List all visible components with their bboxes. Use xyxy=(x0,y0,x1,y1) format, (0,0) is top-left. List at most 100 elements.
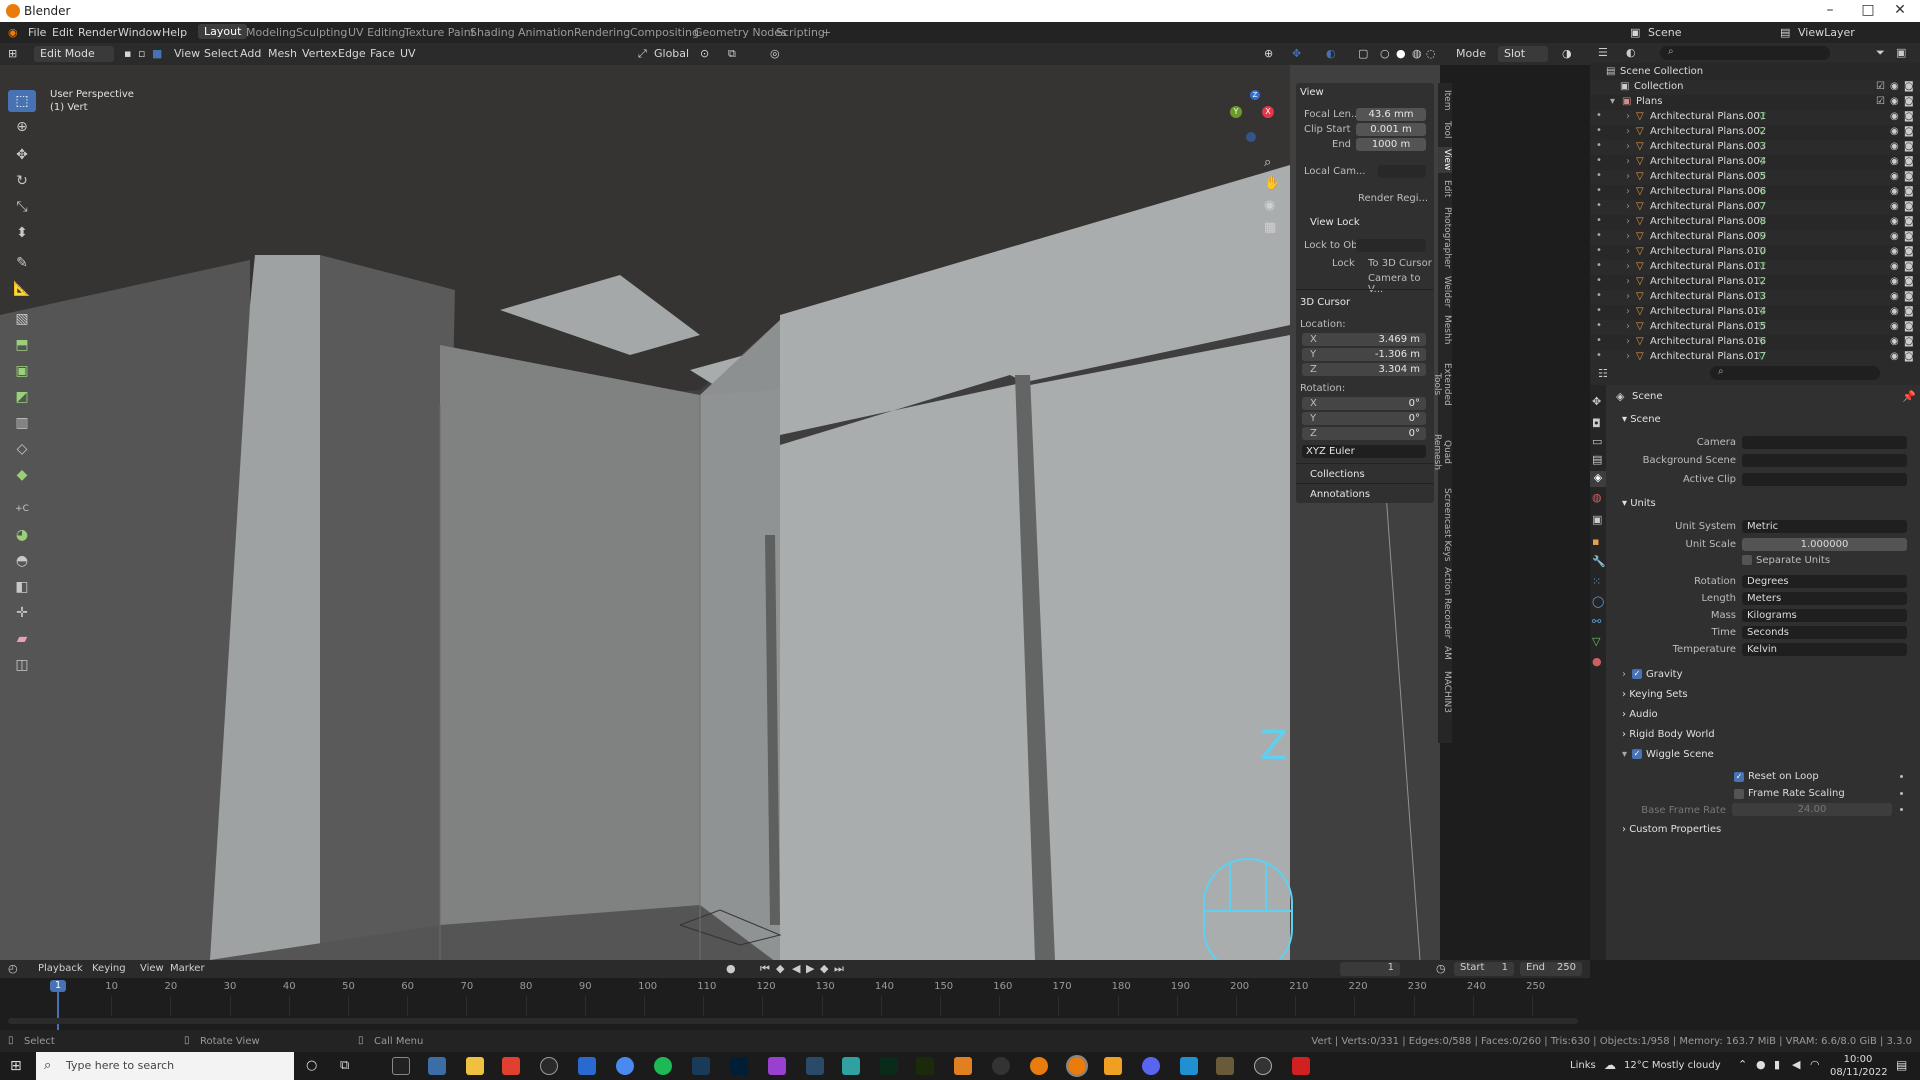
select-box-tool-icon[interactable]: ⬚ xyxy=(8,90,36,112)
lock-to-object-field[interactable] xyxy=(1356,239,1426,252)
audio-panel-header[interactable]: › Audio xyxy=(1622,709,1658,720)
app-icon-6[interactable] xyxy=(578,1057,596,1075)
custom-properties-panel-header[interactable]: › Custom Properties xyxy=(1622,824,1721,835)
render-tab-icon[interactable]: ◘ xyxy=(1592,417,1601,430)
tab-compositing[interactable]: Compositing xyxy=(630,26,699,39)
outliner-item-expand-icon[interactable]: › xyxy=(1626,246,1630,257)
tab-uv-editing[interactable]: UV Editing xyxy=(348,26,405,39)
outliner-item-expand-icon[interactable]: › xyxy=(1626,111,1630,122)
clock-date[interactable]: 08/11/2022 xyxy=(1830,1067,1888,1078)
cursor-tool-icon[interactable]: ⊕ xyxy=(8,116,36,138)
header-menu-view[interactable]: View xyxy=(174,47,200,60)
tab-am[interactable]: AM xyxy=(1438,643,1452,663)
render-visibility-icon[interactable]: ◙ xyxy=(1904,141,1914,152)
ortho-toggle-icon[interactable]: ▦ xyxy=(1264,220,1276,235)
outliner-item-select-dot[interactable]: • xyxy=(1596,260,1602,271)
timeline[interactable]: 1102030405060708090100110120130140150160… xyxy=(0,978,1590,1030)
jump-end-icon[interactable]: ⏭ xyxy=(834,962,844,976)
output-tab-icon[interactable]: ▭ xyxy=(1592,435,1602,448)
outliner-item[interactable]: • › ▽ Architectural Plans.003 ▽ ◉ ◙ xyxy=(1590,140,1920,155)
particles-tab-icon[interactable]: ⁙ xyxy=(1592,575,1601,588)
properties-search-input[interactable] xyxy=(1710,366,1880,380)
gravity-checkbox[interactable]: ✓ xyxy=(1632,669,1642,679)
pan-hand-icon[interactable]: ✋ xyxy=(1264,176,1280,191)
modifier-tab-icon[interactable]: 🔧 xyxy=(1592,555,1606,568)
camera-view-icon[interactable]: ◉ xyxy=(1264,198,1275,213)
render-visibility-icon[interactable]: ◙ xyxy=(1904,186,1914,197)
visibility-eye-icon[interactable]: ◉ xyxy=(1890,351,1899,362)
focal-length-field[interactable]: 43.6 mm xyxy=(1356,108,1426,121)
outliner-item-select-dot[interactable]: • xyxy=(1596,275,1602,286)
outliner-item-select-dot[interactable]: • xyxy=(1596,290,1602,301)
render-visibility-icon[interactable]: ◙ xyxy=(1904,276,1914,287)
outliner-item-expand-icon[interactable]: › xyxy=(1626,201,1630,212)
app-icon-13[interactable] xyxy=(842,1057,860,1075)
render-visibility-icon[interactable]: ◙ xyxy=(1904,321,1914,332)
outliner-item-expand-icon[interactable]: › xyxy=(1626,156,1630,167)
wifi-icon[interactable]: ◠ xyxy=(1810,1058,1820,1071)
render-visibility-icon[interactable]: ◙ xyxy=(1904,156,1914,167)
active-clip-field[interactable] xyxy=(1742,473,1907,486)
rendered-shading-icon[interactable]: ◌ xyxy=(1426,47,1436,60)
outliner-item-expand-icon[interactable]: › xyxy=(1626,306,1630,317)
visibility-eye-icon[interactable]: ◉ xyxy=(1890,216,1899,227)
unit-scale-field[interactable]: 1.000000 xyxy=(1742,538,1907,551)
outliner-item-select-dot[interactable]: • xyxy=(1596,170,1602,181)
visibility-eye-icon[interactable]: ◉ xyxy=(1890,231,1899,242)
gravity-expand-icon[interactable]: › xyxy=(1622,669,1626,680)
outliner-item-expand-icon[interactable]: › xyxy=(1626,216,1630,227)
tab-tool[interactable]: Tool xyxy=(1438,117,1452,143)
knife-tool-icon[interactable]: ◇ xyxy=(8,438,36,460)
outliner-item-expand-icon[interactable]: › xyxy=(1626,321,1630,332)
render-visibility-icon[interactable]: ◙ xyxy=(1904,231,1914,242)
new-collection-icon[interactable]: ▣ xyxy=(1896,46,1906,59)
constraints-tab-icon[interactable]: ⚯ xyxy=(1592,615,1601,628)
playhead[interactable]: 1 xyxy=(50,980,66,992)
cursor-location-x[interactable]: 3.469 m xyxy=(1302,333,1426,346)
outliner-item[interactable]: • › ▽ Architectural Plans.006 ▽ ◉ ◙ xyxy=(1590,185,1920,200)
mass-units-dropdown[interactable]: Kilograms xyxy=(1742,609,1907,622)
tab-extended-tools[interactable]: Extended Tools xyxy=(1432,351,1452,417)
tab-action-recorder[interactable]: Action Recorder xyxy=(1438,567,1452,639)
poly-build-tool-icon[interactable]: ◆ xyxy=(8,464,36,486)
outliner-item[interactable]: • › ▽ Architectural Plans.010 ▽ ◉ ◙ xyxy=(1590,245,1920,260)
visibility-eye-icon[interactable]: ◉ xyxy=(1890,291,1899,302)
menu-render[interactable]: Render xyxy=(78,26,117,39)
scene-panel-header[interactable]: ▾ Scene xyxy=(1622,414,1661,425)
cursor-location-y[interactable]: -1.306 m xyxy=(1302,348,1426,361)
preview-range-icon[interactable]: ◷ xyxy=(1436,962,1446,975)
collection-tab-icon[interactable]: ▣ xyxy=(1592,513,1602,526)
pivot-icon[interactable]: ⊙ xyxy=(700,47,709,60)
scale-tool-icon[interactable]: ⤡ xyxy=(8,196,36,218)
outliner-item-expand-icon[interactable]: › xyxy=(1626,126,1630,137)
outliner-plans[interactable]: ▾ ▣ Plans ☑ ◉ ◙ xyxy=(1590,95,1920,110)
collection-visibility-eye-icon[interactable]: ◉ xyxy=(1890,81,1899,92)
plans-checkbox[interactable]: ☑ xyxy=(1876,96,1885,107)
collection-checkbox[interactable]: ☑ xyxy=(1876,81,1885,92)
separate-units-checkbox[interactable] xyxy=(1742,555,1752,565)
collection-render-icon[interactable]: ◙ xyxy=(1904,81,1914,92)
close-icon[interactable]: ✕ xyxy=(1880,2,1920,18)
frame-rate-scaling-checkbox[interactable] xyxy=(1734,789,1744,799)
app-icon-17[interactable] xyxy=(992,1057,1010,1075)
rotation-units-dropdown[interactable]: Degrees xyxy=(1742,575,1907,588)
outliner-item[interactable]: • › ▽ Architectural Plans.013 ▽ ◉ ◙ xyxy=(1590,290,1920,305)
app-icon-12[interactable] xyxy=(806,1057,824,1075)
edge-select-icon[interactable]: ▫ xyxy=(138,47,145,60)
visibility-eye-icon[interactable]: ◉ xyxy=(1890,111,1899,122)
visibility-eye-icon[interactable]: ◉ xyxy=(1890,321,1899,332)
3d-cursor-header[interactable]: 3D Cursor xyxy=(1300,297,1350,308)
spotify-app-icon[interactable] xyxy=(654,1057,672,1075)
extrude-tool-icon[interactable]: ⬒ xyxy=(8,334,36,356)
display-mode-icon[interactable]: ◐ xyxy=(1626,46,1636,59)
visibility-eye-icon[interactable]: ◉ xyxy=(1890,261,1899,272)
zoom-icon[interactable]: ⌕ xyxy=(1264,155,1271,170)
spin-tool-icon[interactable]: ◕ xyxy=(8,524,36,546)
outliner-item-select-dot[interactable]: • xyxy=(1596,140,1602,151)
tab-modeling[interactable]: Modeling xyxy=(246,26,296,39)
gizmo-neg-z[interactable] xyxy=(1246,132,1256,142)
tab-scripting[interactable]: Scripting xyxy=(776,26,825,39)
outliner-item-expand-icon[interactable]: › xyxy=(1626,351,1630,362)
render-visibility-icon[interactable]: ◙ xyxy=(1904,336,1914,347)
blender-app-icon-1[interactable] xyxy=(1030,1057,1048,1075)
